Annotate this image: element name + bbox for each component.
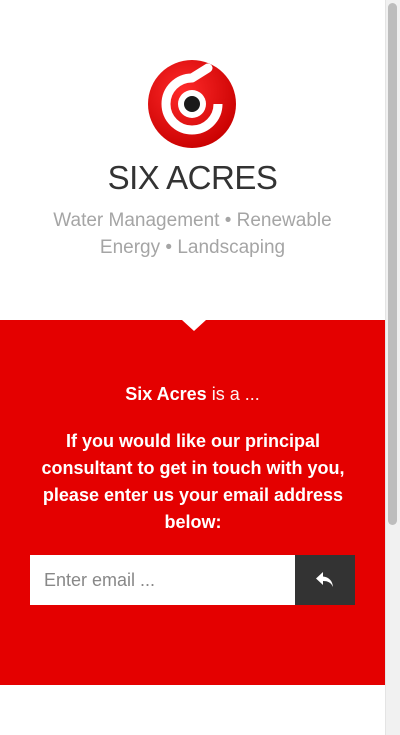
reply-arrow-icon <box>316 572 333 587</box>
signup-intro: Six Acres is a ... <box>0 382 385 406</box>
page: SIX ACRES Water Management • Renewable E… <box>0 0 385 735</box>
six-acres-logo-icon <box>148 60 236 148</box>
brand-tagline: Water Management • Renewable Energy • La… <box>53 210 332 258</box>
section-pointer <box>182 320 206 331</box>
submit-button[interactable] <box>295 555 355 605</box>
intro-company-name: Six Acres <box>125 384 207 404</box>
brand-name: SIX ACRES <box>107 159 278 196</box>
email-input[interactable] <box>30 555 295 605</box>
scrollbar-thumb[interactable] <box>388 3 397 525</box>
intro-suffix: is a ... <box>206 384 260 404</box>
signup-prompt: If you would like our principal consulta… <box>41 431 345 532</box>
